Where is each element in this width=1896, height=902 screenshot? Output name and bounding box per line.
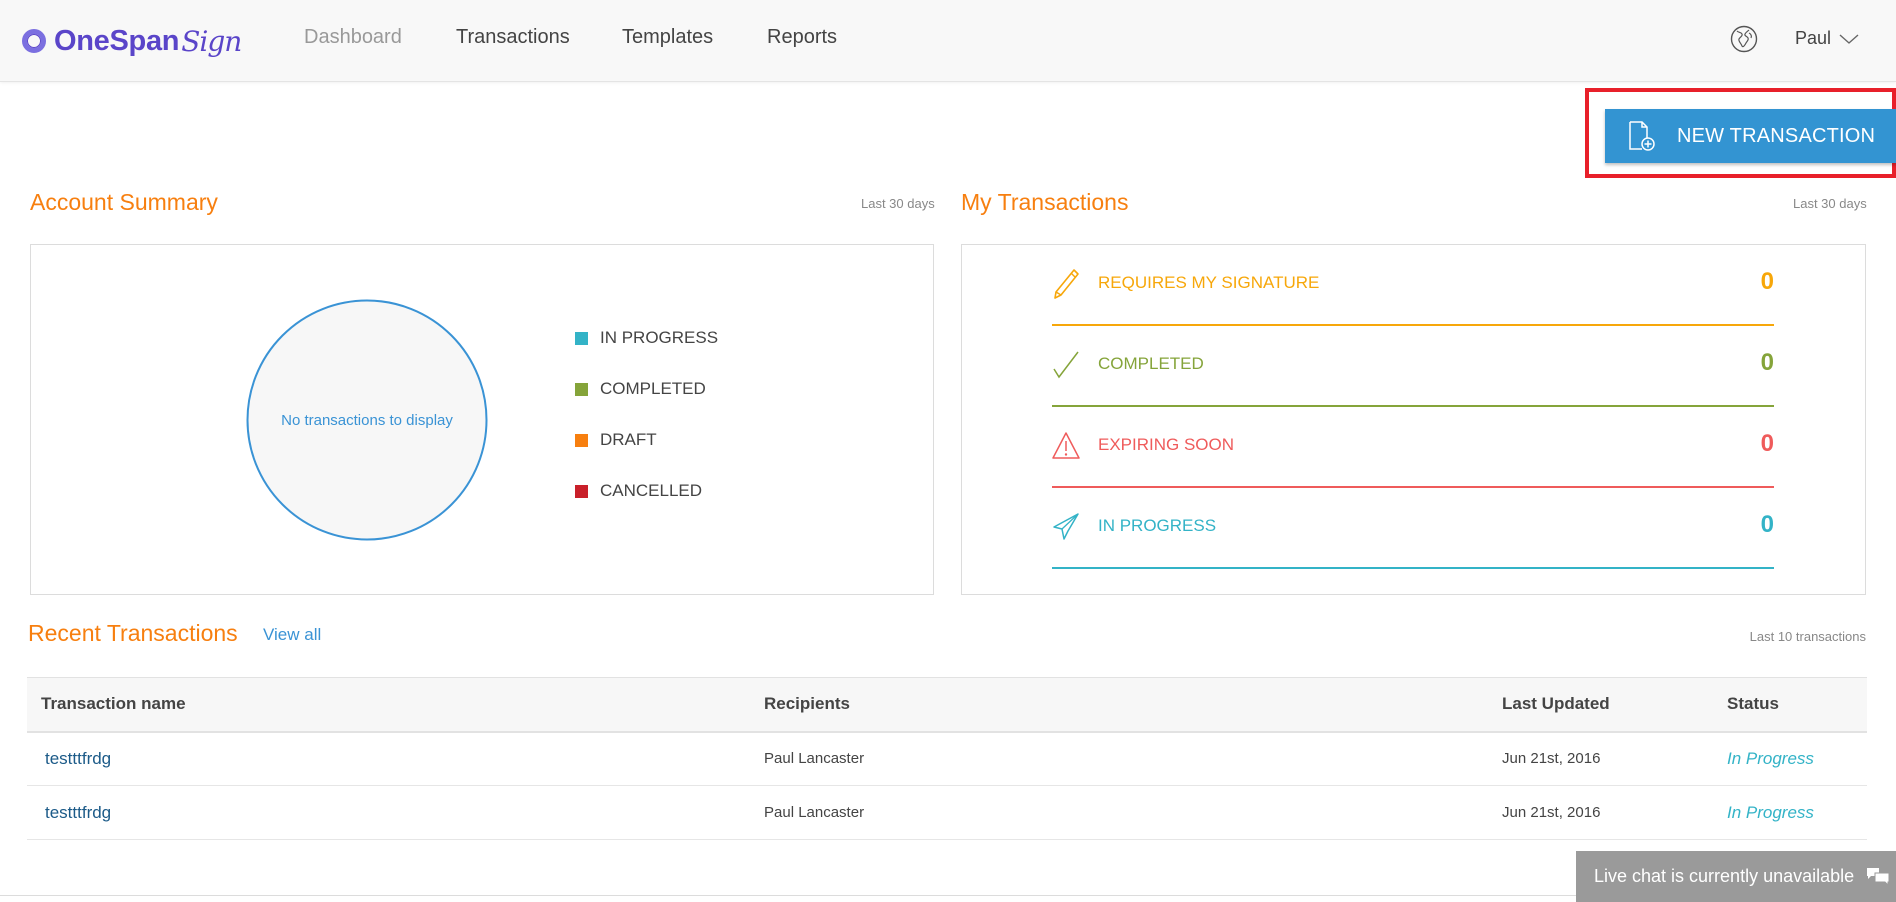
paper-plane-icon — [1053, 513, 1079, 540]
account-summary-period: Last 30 days — [861, 196, 935, 211]
transaction-last-updated: Jun 21st, 2016 — [1502, 785, 1727, 840]
legend-item-cancelled: CANCELLED — [575, 481, 702, 501]
logo-ring-icon — [22, 29, 46, 53]
legend-label: COMPLETED — [600, 379, 706, 398]
my-tx-count: 0 — [1760, 349, 1774, 376]
legend-item-draft: DRAFT — [575, 430, 657, 450]
legend-swatch — [575, 382, 588, 396]
account-summary-pie: No transactions to display — [246, 299, 488, 541]
nav-templates[interactable]: Templates — [622, 26, 713, 49]
legend-swatch — [575, 433, 588, 447]
my-tx-label: EXPIRING SOON — [1098, 435, 1235, 454]
logo-brand-text: OneSpan — [54, 24, 180, 57]
my-transactions-period: Last 30 days — [1793, 196, 1867, 211]
recent-transactions-subtitle: Last 10 transactions — [1749, 629, 1866, 644]
my-tx-count: 0 — [1760, 511, 1774, 538]
transaction-name-link[interactable]: testttfrdg — [45, 749, 111, 768]
legend-item-completed: COMPLETED — [575, 379, 706, 399]
my-tx-label: IN PROGRESS — [1098, 516, 1217, 535]
legend-swatch — [575, 484, 588, 498]
my-tx-label: REQUIRES MY SIGNATURE — [1098, 273, 1320, 292]
recent-transactions-title: Recent Transactions — [28, 620, 238, 646]
view-all-link[interactable]: View all — [263, 625, 321, 645]
my-tx-completed[interactable]: COMPLETED 0 — [1052, 349, 1774, 409]
recent-transactions-table: Transaction name Recipients Last Updated… — [27, 677, 1867, 840]
legend-label: CANCELLED — [600, 481, 703, 500]
table-row[interactable]: testttfrdg Paul Lancaster Jun 21st, 2016… — [27, 731, 1867, 786]
my-transactions-title: My Transactions — [961, 189, 1129, 215]
user-menu-name[interactable]: Paul — [1795, 28, 1831, 49]
legend-swatch — [575, 331, 588, 345]
checkmark-icon — [1053, 351, 1079, 379]
new-transaction-button[interactable]: NEW TRANSACTION — [1605, 109, 1896, 163]
warning-icon — [1052, 432, 1080, 459]
column-header-recipients[interactable]: Recipients — [764, 677, 1502, 733]
my-tx-requires-signature[interactable]: REQUIRES MY SIGNATURE 0 — [1052, 268, 1774, 328]
nav-reports[interactable]: Reports — [767, 26, 837, 49]
table-header-row: Transaction name Recipients Last Updated… — [27, 677, 1867, 733]
new-transaction-label: NEW TRANSACTION — [1677, 124, 1876, 147]
nav-transactions[interactable]: Transactions — [456, 26, 570, 49]
my-tx-separator — [1052, 324, 1774, 326]
transaction-recipients: Paul Lancaster — [764, 731, 1502, 786]
transaction-name-link[interactable]: testttfrdg — [45, 803, 111, 822]
my-tx-expiring-soon[interactable]: EXPIRING SOON 0 — [1052, 430, 1774, 490]
onespan-sign-logo[interactable]: OneSpan Sign — [22, 22, 242, 60]
nav-dashboard[interactable]: Dashboard — [304, 26, 402, 49]
transaction-status: In Progress — [1727, 748, 1814, 768]
pencil-icon — [1054, 269, 1079, 299]
live-chat-widget[interactable]: Live chat is currently unavailable — [1576, 851, 1896, 902]
document-plus-icon — [1629, 121, 1655, 151]
my-tx-separator — [1052, 567, 1774, 569]
chat-bubbles-icon — [1867, 867, 1890, 886]
legend-item-in-progress: IN PROGRESS — [575, 328, 718, 348]
top-header: OneSpan Sign Dashboard Transactions Temp… — [0, 0, 1896, 82]
my-tx-label: COMPLETED — [1098, 354, 1204, 373]
live-chat-label: Live chat is currently unavailable — [1594, 866, 1855, 886]
table-row[interactable]: testttfrdg Paul Lancaster Jun 21st, 2016… — [27, 785, 1867, 840]
column-header-last-updated[interactable]: Last Updated — [1502, 677, 1727, 733]
my-tx-separator — [1052, 405, 1774, 407]
my-tx-count: 0 — [1760, 268, 1774, 295]
account-summary-title: Account Summary — [30, 189, 218, 215]
globe-icon[interactable] — [1730, 25, 1758, 53]
column-header-status[interactable]: Status — [1727, 677, 1867, 733]
legend-label: DRAFT — [600, 430, 657, 449]
transaction-last-updated: Jun 21st, 2016 — [1502, 731, 1727, 786]
my-tx-separator — [1052, 486, 1774, 488]
column-header-transaction-name[interactable]: Transaction name — [27, 677, 764, 733]
pie-empty-message: No transactions to display — [281, 412, 453, 429]
legend-label: IN PROGRESS — [600, 328, 719, 347]
transaction-status: In Progress — [1727, 802, 1814, 822]
transaction-recipients: Paul Lancaster — [764, 785, 1502, 840]
my-tx-in-progress[interactable]: IN PROGRESS 0 — [1052, 511, 1774, 571]
my-tx-count: 0 — [1760, 430, 1774, 457]
logo-sign-text: Sign — [181, 24, 242, 58]
chevron-down-icon[interactable] — [1838, 32, 1860, 46]
